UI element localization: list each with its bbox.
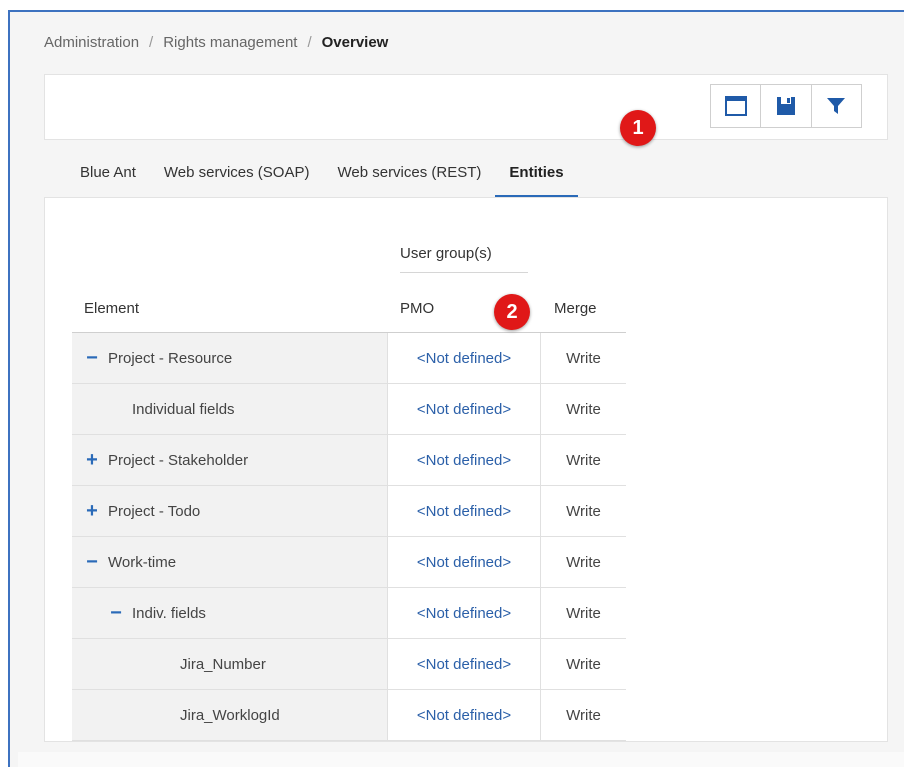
save-icon: [776, 97, 795, 115]
window-icon: [724, 96, 747, 116]
window-button[interactable]: [711, 85, 762, 127]
pmo-cell: <Not defined>: [388, 333, 541, 383]
merge-cell: Write: [566, 451, 601, 469]
pmo-cell: <Not defined>: [388, 537, 541, 587]
element-cell: Jira_Number: [72, 639, 388, 689]
merge-cell: Write: [566, 604, 601, 622]
pmo-cell: <Not defined>: [388, 384, 541, 434]
pmo-right-link[interactable]: <Not defined>: [417, 350, 511, 367]
bottom-strip: [18, 752, 904, 767]
pmo-right-link[interactable]: <Not defined>: [417, 656, 511, 673]
table-row: − Work-time <Not defined> Write: [72, 537, 626, 588]
tab-web-services-soap[interactable]: Web services (SOAP): [150, 158, 324, 198]
element-label: Project - Todo: [108, 502, 201, 520]
element-label: Project - Stakeholder: [108, 451, 249, 469]
element-cell: + Project - Todo: [72, 486, 388, 536]
merge-cell: Write: [566, 553, 601, 571]
table-row: − Indiv. fields <Not defined> Write: [72, 588, 626, 639]
element-cell: Individual fields: [72, 384, 388, 434]
tab-blue-ant[interactable]: Blue Ant: [66, 158, 150, 198]
element-label: Jira_WorklogId: [180, 706, 280, 724]
pmo-cell: <Not defined>: [388, 486, 541, 536]
table-row: Jira_Number <Not defined> Write: [72, 639, 626, 690]
pmo-right-link[interactable]: <Not defined>: [417, 503, 511, 520]
pmo-right-link[interactable]: <Not defined>: [417, 401, 511, 418]
element-label: Project - Resource: [108, 349, 233, 367]
toolbar: [710, 84, 862, 128]
element-cell: Jira_WorklogId: [72, 690, 388, 740]
callout-badge-1: 1: [620, 110, 656, 146]
pmo-cell: <Not defined>: [388, 588, 541, 638]
element-label: Work-time: [108, 553, 177, 571]
pmo-right-link[interactable]: <Not defined>: [417, 707, 511, 724]
rights-table: − Project - Resource <Not defined> Write Ind…: [72, 333, 626, 741]
breadcrumb-current: Overview: [321, 34, 389, 51]
callout-badge-2: 2: [494, 294, 530, 330]
element-label: Jira_Number: [180, 655, 266, 673]
filter-button[interactable]: [812, 85, 861, 127]
table-row: + Project - Stakeholder <Not defined> Write: [72, 435, 626, 486]
tab-web-services-rest[interactable]: Web services (REST): [323, 158, 495, 198]
column-header-merge: Merge: [554, 300, 597, 317]
collapse-icon[interactable]: −: [108, 603, 124, 623]
expand-icon[interactable]: +: [84, 501, 100, 521]
column-header-pmo: PMO: [400, 300, 435, 317]
tab-entities[interactable]: Entities: [495, 158, 578, 198]
breadcrumb-administration[interactable]: Administration: [44, 34, 139, 51]
table-row: Jira_WorklogId <Not defined> Write: [72, 690, 626, 741]
merge-cell: Write: [566, 400, 601, 418]
table-row: − Project - Resource <Not defined> Write: [72, 333, 626, 384]
column-header-element: Element: [84, 300, 140, 317]
table-row: + Project - Todo <Not defined> Write: [72, 486, 626, 537]
breadcrumb-separator: /: [307, 34, 312, 51]
tab-bar: Blue Ant Web services (SOAP) Web service…: [66, 158, 578, 198]
element-label: Indiv. fields: [132, 604, 206, 622]
expand-icon[interactable]: +: [84, 450, 100, 470]
breadcrumb-rights-management[interactable]: Rights management: [163, 34, 297, 51]
pmo-right-link[interactable]: <Not defined>: [417, 605, 511, 622]
element-cell: − Work-time: [72, 537, 388, 587]
merge-cell: Write: [566, 706, 601, 724]
collapse-icon[interactable]: −: [84, 348, 100, 368]
element-cell: − Indiv. fields: [72, 588, 388, 638]
element-cell: + Project - Stakeholder: [72, 435, 388, 485]
filter-icon: [827, 98, 846, 114]
element-label: Individual fields: [132, 400, 235, 418]
pmo-right-link[interactable]: <Not defined>: [417, 452, 511, 469]
element-cell: − Project - Resource: [72, 333, 388, 383]
merge-cell: Write: [566, 502, 601, 520]
breadcrumb-separator: /: [149, 34, 154, 51]
save-button[interactable]: [761, 85, 812, 127]
pmo-cell: <Not defined>: [388, 690, 541, 740]
breadcrumb: Administration / Rights management / Ove…: [44, 34, 388, 51]
user-groups-header: User group(s): [400, 245, 528, 273]
pmo-cell: <Not defined>: [388, 639, 541, 689]
pmo-cell: <Not defined>: [388, 435, 541, 485]
merge-cell: Write: [566, 655, 601, 673]
collapse-icon[interactable]: −: [84, 552, 100, 572]
table-row: Individual fields <Not defined> Write: [72, 384, 626, 435]
pmo-right-link[interactable]: <Not defined>: [417, 554, 511, 571]
merge-cell: Write: [566, 349, 601, 367]
